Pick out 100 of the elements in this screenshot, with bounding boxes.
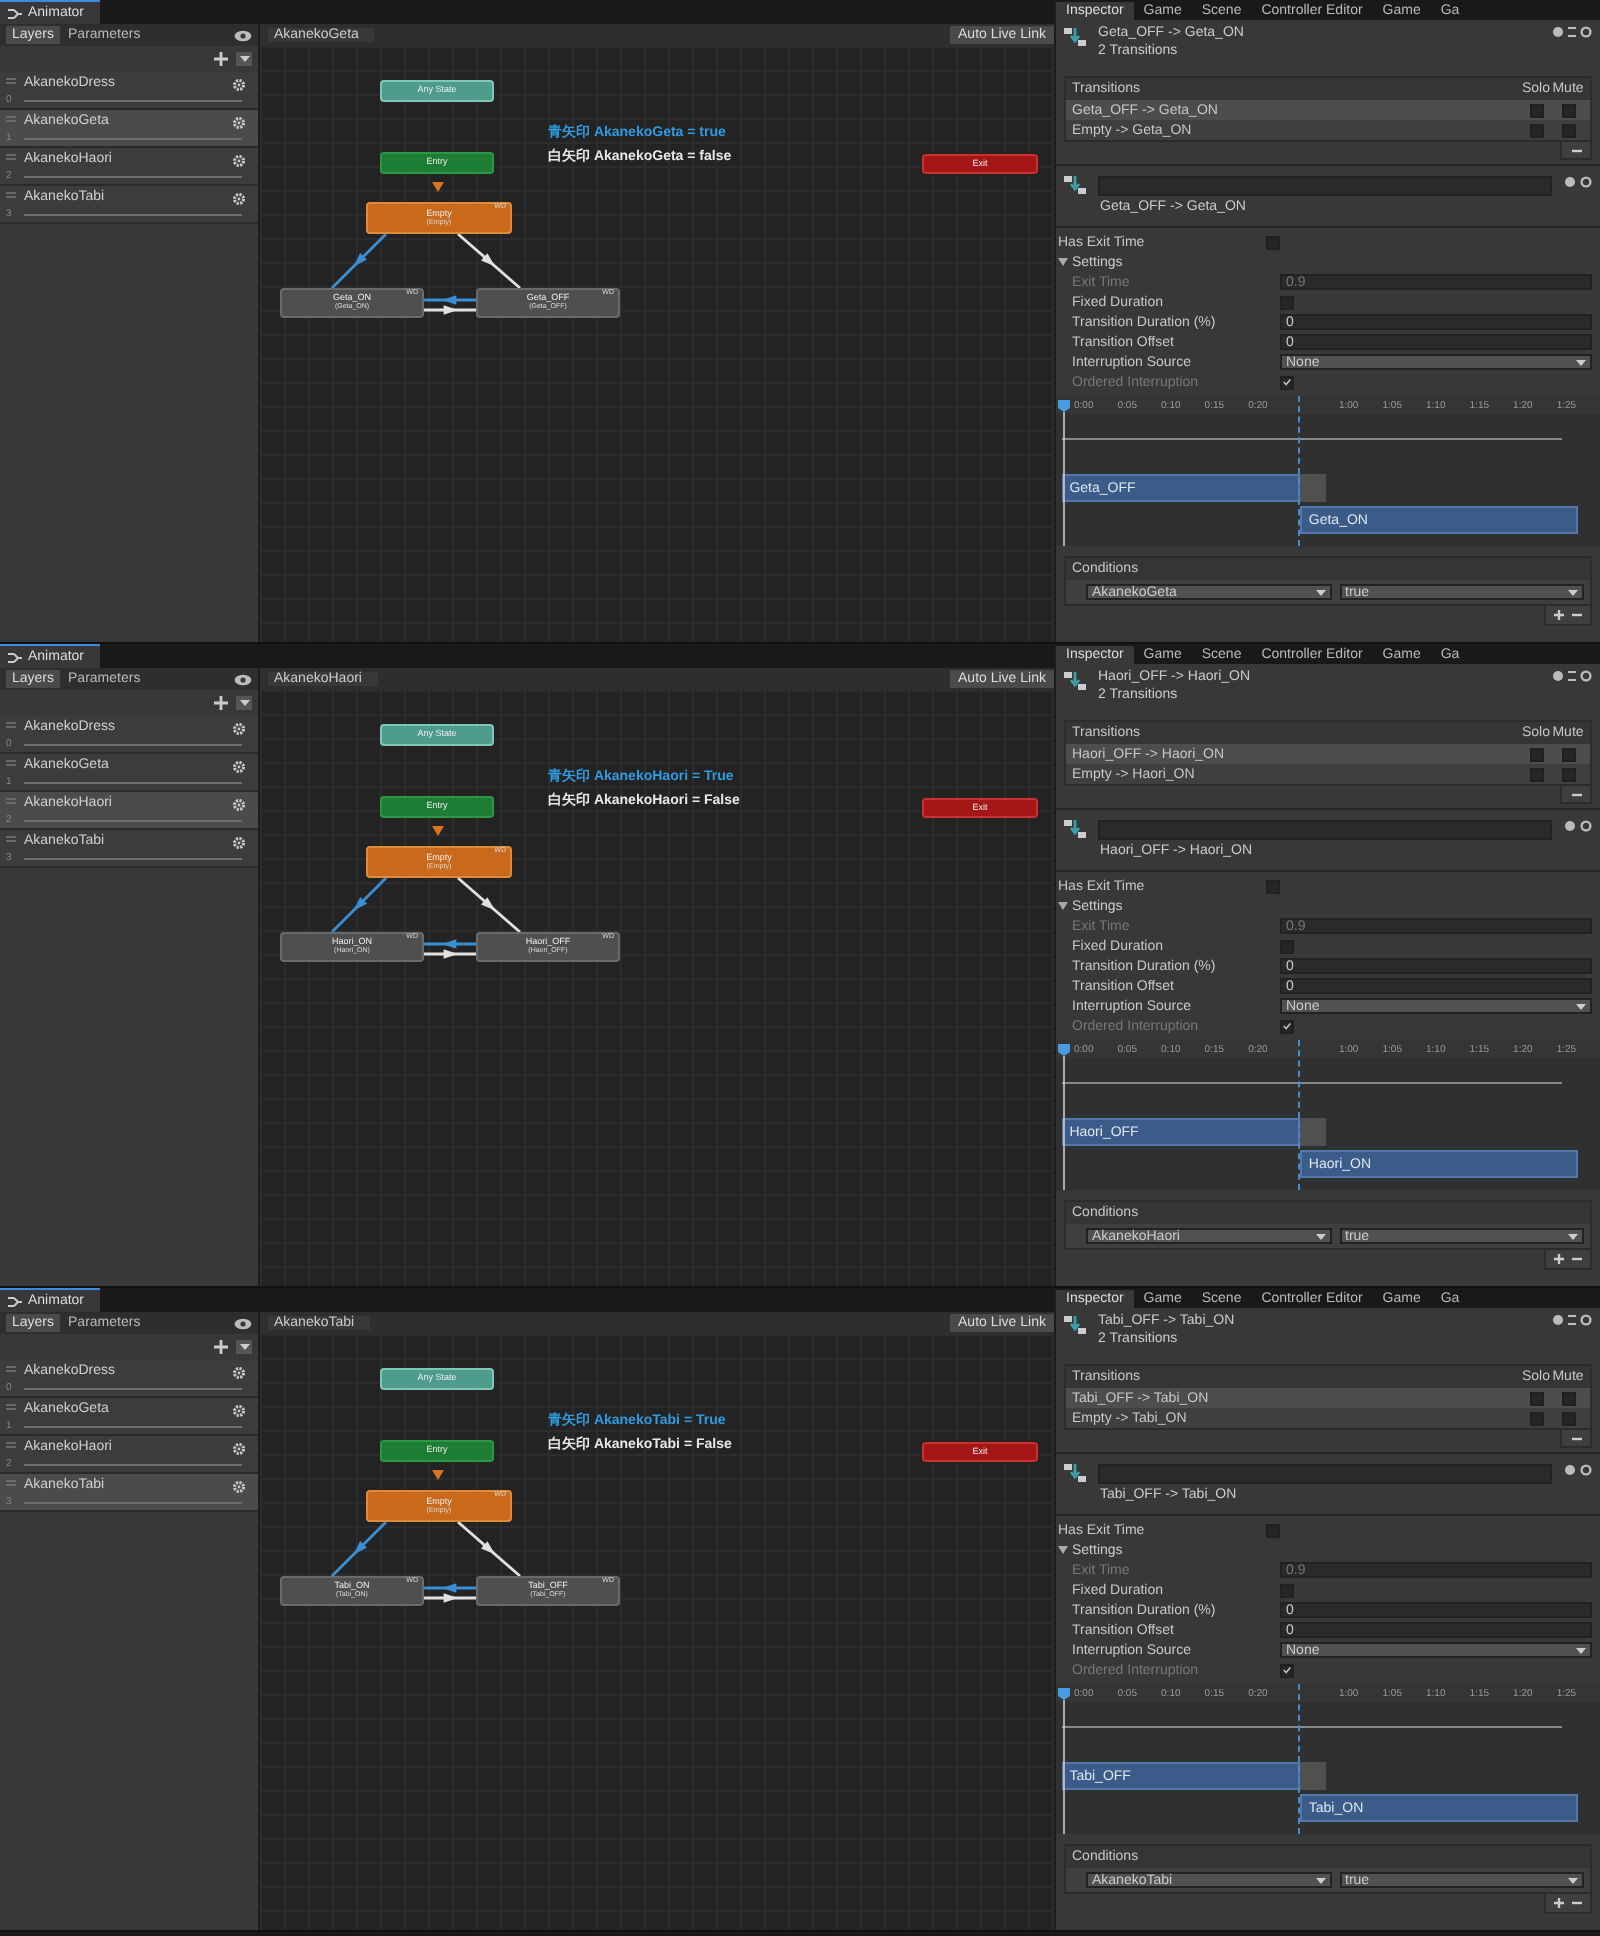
transition-icon bbox=[1064, 174, 1086, 196]
solo-checkbox[interactable] bbox=[1529, 1391, 1543, 1405]
solo-checkbox[interactable] bbox=[1529, 767, 1543, 781]
plus-icon[interactable] bbox=[214, 696, 228, 710]
exit-overlap-bar bbox=[1300, 1762, 1326, 1790]
header-icons[interactable] bbox=[1552, 670, 1592, 682]
default-arrow-icon bbox=[432, 1470, 444, 1480]
caret-icon bbox=[1568, 1233, 1578, 1239]
gear-icon[interactable] bbox=[232, 1480, 246, 1494]
playhead-icon[interactable] bbox=[1058, 396, 1070, 546]
foldout-arrow-icon bbox=[1058, 902, 1068, 910]
checkbox[interactable] bbox=[1266, 1523, 1280, 1537]
animator-icon bbox=[8, 1295, 22, 1307]
dropdown-button[interactable] bbox=[236, 1340, 252, 1354]
drag-handle-icon[interactable] bbox=[6, 192, 16, 198]
drag-handle-icon[interactable] bbox=[6, 1480, 16, 1486]
drag-handle-icon[interactable] bbox=[6, 760, 16, 766]
header-icons[interactable] bbox=[1564, 176, 1592, 188]
drag-handle-icon[interactable] bbox=[6, 154, 16, 160]
plus-icon[interactable] bbox=[214, 52, 228, 66]
playhead-icon[interactable] bbox=[1058, 1040, 1070, 1190]
mute-checkbox[interactable] bbox=[1561, 747, 1575, 761]
gear-icon[interactable] bbox=[232, 1404, 246, 1418]
drag-handle-icon[interactable] bbox=[6, 1366, 16, 1372]
drag-handle-icon[interactable] bbox=[6, 1442, 16, 1448]
plus-icon[interactable] bbox=[1554, 1898, 1564, 1908]
remove-button[interactable] bbox=[1560, 142, 1592, 160]
mute-checkbox[interactable] bbox=[1561, 767, 1575, 781]
transition-icon bbox=[1064, 818, 1086, 840]
gear-icon[interactable] bbox=[232, 722, 246, 736]
mute-checkbox[interactable] bbox=[1561, 1411, 1575, 1425]
gear-icon[interactable] bbox=[232, 1366, 246, 1380]
transition-icon bbox=[1064, 1314, 1086, 1336]
caret-icon bbox=[1315, 1877, 1325, 1883]
gear-icon[interactable] bbox=[232, 1442, 246, 1456]
solo-checkbox[interactable] bbox=[1529, 123, 1543, 137]
checkbox[interactable] bbox=[1280, 939, 1294, 953]
drag-handle-icon[interactable] bbox=[6, 116, 16, 122]
caret-icon bbox=[1576, 1647, 1586, 1653]
gear-icon[interactable] bbox=[232, 836, 246, 850]
transition-icon bbox=[1064, 670, 1086, 692]
mute-checkbox[interactable] bbox=[1561, 103, 1575, 117]
plus-icon[interactable] bbox=[214, 1340, 228, 1354]
header-icons[interactable] bbox=[1564, 1464, 1592, 1476]
header-icons[interactable] bbox=[1552, 26, 1592, 38]
marker-line[interactable] bbox=[1298, 396, 1303, 546]
drag-handle-icon[interactable] bbox=[6, 836, 16, 842]
caret-icon bbox=[1315, 1233, 1325, 1239]
drag-handle-icon[interactable] bbox=[6, 722, 16, 728]
drag-handle-icon[interactable] bbox=[6, 798, 16, 804]
marker-line[interactable] bbox=[1298, 1040, 1303, 1190]
solo-checkbox[interactable] bbox=[1529, 1411, 1543, 1425]
header-icons[interactable] bbox=[1564, 820, 1592, 832]
transition-icon bbox=[1064, 1462, 1086, 1484]
eye-icon[interactable] bbox=[234, 1317, 252, 1329]
gear-icon[interactable] bbox=[232, 192, 246, 206]
foldout-arrow-icon bbox=[1058, 1546, 1068, 1554]
solo-checkbox[interactable] bbox=[1529, 747, 1543, 761]
caret-icon bbox=[1568, 589, 1578, 595]
checkbox[interactable] bbox=[1266, 235, 1280, 249]
header-icons[interactable] bbox=[1552, 1314, 1592, 1326]
animator-icon bbox=[8, 7, 22, 19]
minus-icon bbox=[1571, 1433, 1581, 1443]
minus-icon[interactable] bbox=[1572, 610, 1582, 620]
mute-checkbox[interactable] bbox=[1561, 1391, 1575, 1405]
playhead-icon[interactable] bbox=[1058, 1684, 1070, 1834]
animator-icon bbox=[8, 651, 22, 663]
plus-icon[interactable] bbox=[1554, 610, 1564, 620]
caret-icon bbox=[1315, 589, 1325, 595]
dropdown-button[interactable] bbox=[236, 52, 252, 66]
drag-handle-icon[interactable] bbox=[6, 1404, 16, 1410]
gear-icon[interactable] bbox=[232, 798, 246, 812]
exit-overlap-bar bbox=[1300, 474, 1326, 502]
caret-icon bbox=[1576, 1003, 1586, 1009]
checkbox[interactable] bbox=[1280, 295, 1294, 309]
minus-icon bbox=[1571, 145, 1581, 155]
foldout-arrow-icon bbox=[1058, 258, 1068, 266]
caret-icon bbox=[1576, 359, 1586, 365]
gear-icon[interactable] bbox=[232, 154, 246, 168]
minus-icon[interactable] bbox=[1572, 1898, 1582, 1908]
minus-icon[interactable] bbox=[1572, 1254, 1582, 1264]
checkbox[interactable] bbox=[1266, 879, 1280, 893]
gear-icon[interactable] bbox=[232, 78, 246, 92]
exit-overlap-bar bbox=[1300, 1118, 1326, 1146]
remove-button[interactable] bbox=[1560, 786, 1592, 804]
default-arrow-icon bbox=[432, 182, 444, 192]
eye-icon[interactable] bbox=[234, 29, 252, 41]
transition-icon bbox=[1064, 26, 1086, 48]
mute-checkbox[interactable] bbox=[1561, 123, 1575, 137]
gear-icon[interactable] bbox=[232, 116, 246, 130]
default-arrow-icon bbox=[432, 826, 444, 836]
solo-checkbox[interactable] bbox=[1529, 103, 1543, 117]
remove-button[interactable] bbox=[1560, 1430, 1592, 1448]
eye-icon[interactable] bbox=[234, 673, 252, 685]
marker-line[interactable] bbox=[1298, 1684, 1303, 1834]
dropdown-button[interactable] bbox=[236, 696, 252, 710]
checkbox[interactable] bbox=[1280, 1583, 1294, 1597]
plus-icon[interactable] bbox=[1554, 1254, 1564, 1264]
drag-handle-icon[interactable] bbox=[6, 78, 16, 84]
gear-icon[interactable] bbox=[232, 760, 246, 774]
